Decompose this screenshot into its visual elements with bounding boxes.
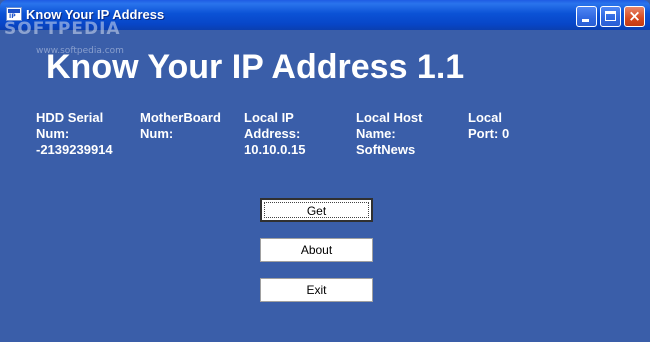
local-ip-info: Local IP Address: 10.10.0.15	[244, 110, 305, 158]
local-host-value: SoftNews	[356, 142, 416, 157]
minimize-button[interactable]	[576, 6, 597, 27]
local-host-label-2: Name:	[356, 126, 396, 141]
hdd-serial-label-1: HDD Serial	[36, 110, 104, 125]
motherboard-label-2: Num:	[140, 126, 174, 141]
hdd-serial-label-2: Num:	[36, 126, 70, 141]
minimize-icon	[582, 19, 589, 22]
app-window: Know Your IP Address SOFTPEDIA × www.sof…	[0, 0, 650, 342]
title-bar[interactable]: Know Your IP Address SOFTPEDIA ×	[0, 0, 650, 39]
local-port-value: Port: 0	[468, 126, 510, 141]
hdd-serial-info: HDD Serial Num: -2139239914	[36, 110, 113, 158]
maximize-icon	[605, 11, 616, 21]
hdd-serial-value: -2139239914	[36, 142, 113, 157]
local-host-label-1: Local Host	[356, 110, 423, 125]
softpedia-watermark: SOFTPEDIA	[4, 19, 121, 39]
get-button[interactable]: Get	[260, 198, 373, 222]
local-port-label: Local	[468, 110, 502, 125]
local-ip-label-2: Address:	[244, 126, 301, 141]
local-host-info: Local Host Name: SoftNews	[356, 110, 422, 158]
focus-rect	[264, 202, 369, 218]
local-ip-value: 10.10.0.15	[244, 142, 306, 157]
about-button-label: About	[300, 243, 333, 257]
close-button[interactable]: ×	[624, 6, 645, 27]
close-icon: ×	[628, 7, 641, 25]
exit-button-label: Exit	[306, 283, 327, 297]
motherboard-info: MotherBoard Num:	[140, 110, 221, 142]
motherboard-label-1: MotherBoard	[140, 110, 221, 125]
local-port-info: Local Port: 0	[468, 110, 509, 142]
maximize-button[interactable]	[600, 6, 621, 27]
local-ip-label-1: Local IP	[244, 110, 294, 125]
about-button[interactable]: About	[260, 238, 373, 262]
app-headline: Know Your IP Address 1.1	[46, 48, 465, 86]
exit-button[interactable]: Exit	[260, 278, 373, 302]
